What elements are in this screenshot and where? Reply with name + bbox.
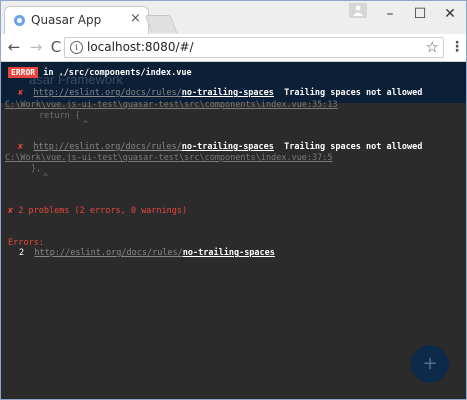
browser-toolbar: ← → C i localhost:8080/#/ ☆ ⋮ — [1, 34, 466, 62]
title-bar: Quasar App × – ☐ ✕ — [1, 1, 466, 34]
reload-button[interactable]: C — [47, 38, 65, 56]
rule-link[interactable]: http://eslint.org/docs/rules/no-trailing… — [33, 88, 274, 98]
favicon-icon — [14, 15, 25, 26]
close-window-button[interactable]: ✕ — [441, 6, 459, 22]
error-count: 2 — [19, 248, 25, 258]
errors-list-item: 2 http://eslint.org/docs/rules/no-traili… — [19, 248, 275, 258]
error-badge: ERROR — [8, 67, 39, 78]
person-icon — [353, 5, 363, 16]
tab-title: Quasar App — [31, 13, 102, 27]
error-2-line: ✘ http://eslint.org/docs/rules/no-traili… — [18, 142, 422, 152]
page-content: asar Framework ERROR in ./src/components… — [1, 62, 466, 399]
error-2-path[interactable]: C:\Work\vue.js-ui-test\quasar-test\src\c… — [5, 153, 333, 163]
error-mark-icon: ✘ — [18, 88, 24, 98]
new-tab-button[interactable] — [144, 15, 178, 33]
tab-quasar-app[interactable]: Quasar App × — [5, 7, 148, 34]
browser-window: Quasar App × – ☐ ✕ ← → C i localhost:808… — [0, 0, 467, 400]
minimize-button[interactable]: – — [381, 6, 399, 22]
rule-link[interactable]: http://eslint.org/docs/rules/no-trailing… — [34, 248, 275, 258]
error-header-line: ERROR in ./src/components/index.vue — [8, 67, 192, 78]
error-1-line: ✘ http://eslint.org/docs/rules/no-traili… — [18, 88, 422, 98]
error-message: Trailing spaces not allowed — [284, 142, 423, 152]
address-bar[interactable]: i localhost:8080/#/ ☆ — [64, 37, 444, 58]
back-button[interactable]: ← — [5, 38, 23, 56]
error-1-path[interactable]: C:\Work\vue.js-ui-test\quasar-test\src\c… — [5, 100, 338, 110]
error-1-code: return { — [39, 111, 80, 121]
problems-summary: ✘ 2 problems (2 errors, 0 warnings) — [8, 206, 187, 216]
error-message: Trailing spaces not allowed — [284, 88, 423, 98]
summary-mark-icon: ✘ — [8, 206, 14, 216]
url-text[interactable]: localhost:8080/#/ — [87, 40, 194, 54]
maximize-button[interactable]: ☐ — [411, 6, 429, 22]
rule-link[interactable]: http://eslint.org/docs/rules/no-trailing… — [33, 142, 274, 152]
tab-close-icon[interactable]: × — [130, 11, 141, 26]
browser-menu-icon[interactable]: ⋮ — [450, 39, 464, 57]
info-icon[interactable]: i — [70, 41, 83, 54]
forward-button[interactable]: → — [27, 38, 45, 56]
error-2-caret: ^ — [43, 173, 49, 183]
add-fab-button[interactable]: + — [411, 345, 449, 383]
bookmark-star-icon[interactable]: ☆ — [426, 38, 439, 56]
errors-label: Errors: — [8, 238, 44, 248]
profile-button[interactable] — [349, 3, 367, 18]
error-1-caret: ^ — [83, 120, 89, 130]
summary-text: 2 problems (2 errors, 0 warnings) — [18, 206, 188, 216]
error-2-code: }, — [31, 164, 42, 174]
error-file: in ./src/components/index.vue — [43, 68, 192, 78]
error-mark-icon: ✘ — [18, 142, 24, 152]
error-overlay-header: asar Framework ERROR in ./src/components… — [1, 62, 466, 103]
